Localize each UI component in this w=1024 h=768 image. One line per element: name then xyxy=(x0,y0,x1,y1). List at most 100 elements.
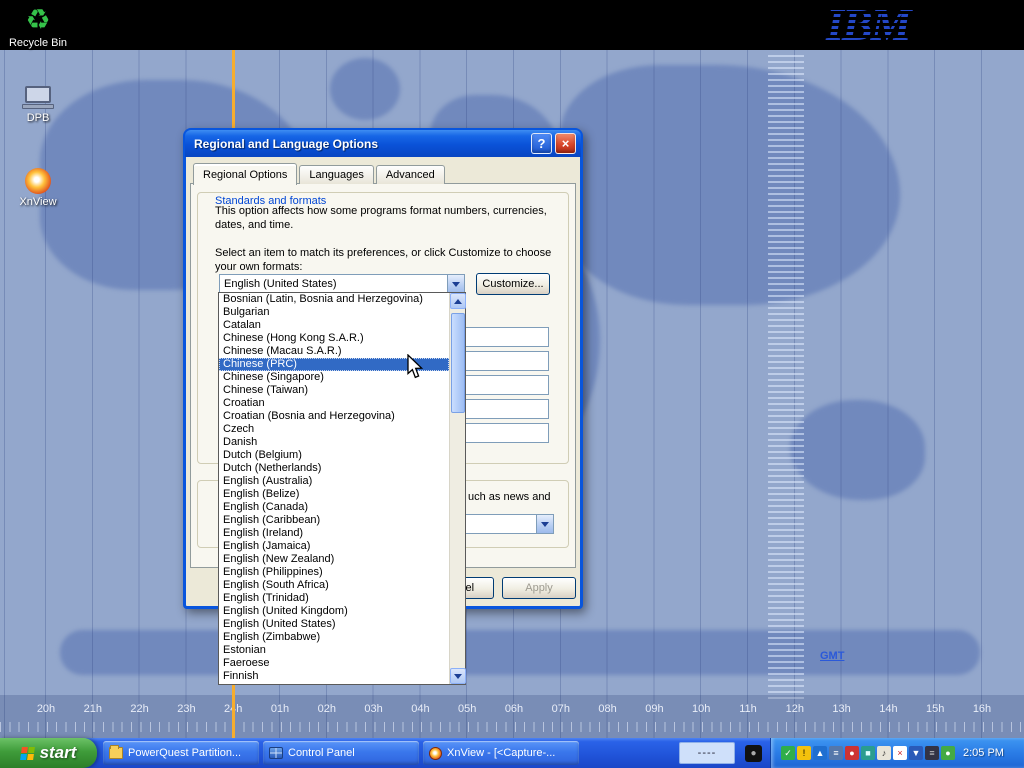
chevron-down-icon[interactable] xyxy=(447,275,464,293)
customize-button[interactable]: Customize... xyxy=(476,273,550,295)
desktop-icon-label: XnView xyxy=(2,196,74,208)
timezone-label: 02h xyxy=(314,703,340,715)
dropdown-scrollbar[interactable] xyxy=(449,293,465,684)
tray-icon-1[interactable]: ✓ xyxy=(781,746,795,760)
task-icon xyxy=(109,747,123,759)
timezone-ticks xyxy=(0,722,1024,732)
language-option[interactable]: English (Caribbean) xyxy=(219,514,449,527)
tray-icon-8[interactable]: × xyxy=(893,746,907,760)
timezone-label: 14h xyxy=(875,703,901,715)
language-option[interactable]: English (Ireland) xyxy=(219,527,449,540)
language-option[interactable]: English (Australia) xyxy=(219,475,449,488)
language-option[interactable]: English (Canada) xyxy=(219,501,449,514)
language-option[interactable]: Faeroese xyxy=(219,657,449,670)
scroll-up-icon[interactable] xyxy=(450,293,466,309)
instruction-text: Select an item to match its preferences,… xyxy=(215,246,551,260)
combobox-value: English (United States) xyxy=(220,278,447,290)
timezone-label: 22h xyxy=(127,703,153,715)
task-icon xyxy=(429,747,442,760)
timezone-label: 13h xyxy=(829,703,855,715)
timezone-label: 23h xyxy=(173,703,199,715)
deskband[interactable]: ---- xyxy=(679,742,735,764)
tab-languages[interactable]: Languages xyxy=(299,165,373,184)
language-option[interactable]: Chinese (Hong Kong S.A.R.) xyxy=(219,332,449,345)
tray-icon-4[interactable]: ≡ xyxy=(829,746,843,760)
tray-icon-9[interactable]: ▼ xyxy=(909,746,923,760)
language-option[interactable]: Catalan xyxy=(219,319,449,332)
deskband-icon[interactable]: ● xyxy=(745,745,762,762)
tray-icon-7[interactable]: ♪ xyxy=(877,746,891,760)
apply-button[interactable]: Apply xyxy=(502,577,576,599)
language-option[interactable]: Danish xyxy=(219,436,449,449)
tab-regional-options[interactable]: Regional Options xyxy=(193,163,297,185)
dialog-titlebar[interactable]: Regional and Language Options ? × xyxy=(185,130,581,157)
language-option[interactable]: English (United Kingdom) xyxy=(219,605,449,618)
description-text: This option affects how some programs fo… xyxy=(215,204,547,218)
task-buttons: PowerQuest Partition... Control Panel Xn… xyxy=(103,741,579,765)
dialog-title: Regional and Language Options xyxy=(194,137,528,151)
mouse-cursor xyxy=(406,354,424,380)
timezone-labels: 20h21h22h23h24h01h02h03h04h05h06h07h08h0… xyxy=(0,703,1024,719)
format-combobox[interactable]: English (United States) xyxy=(219,274,465,294)
help-button[interactable]: ? xyxy=(531,133,552,154)
task-label: Control Panel xyxy=(288,747,355,759)
task-label: PowerQuest Partition... xyxy=(128,747,241,759)
tray-icon-5[interactable]: ● xyxy=(845,746,859,760)
timezone-label: 04h xyxy=(407,703,433,715)
tray-icon-3[interactable]: ▲ xyxy=(813,746,827,760)
language-option[interactable]: Croatian xyxy=(219,397,449,410)
language-option[interactable]: English (Philippines) xyxy=(219,566,449,579)
timezone-label: 15h xyxy=(922,703,948,715)
language-option[interactable]: Estonian xyxy=(219,644,449,657)
desktop-icon-label: Recycle Bin xyxy=(2,37,74,49)
scrollbar-thumb[interactable] xyxy=(451,313,465,413)
desktop-icon-recycle-bin[interactable]: ♻ Recycle Bin xyxy=(2,5,74,49)
desktop-icon-label: DPB xyxy=(2,112,74,124)
timezone-label: 08h xyxy=(595,703,621,715)
scroll-down-icon[interactable] xyxy=(450,668,466,684)
timezone-label: 01h xyxy=(267,703,293,715)
chevron-down-icon[interactable] xyxy=(536,515,553,533)
language-option[interactable]: Bulgarian xyxy=(219,306,449,319)
language-option[interactable]: Dutch (Belgium) xyxy=(219,449,449,462)
tray-icons: ✓!▲≡●■♪×▼≡● xyxy=(781,746,955,760)
tray-icon-6[interactable]: ■ xyxy=(861,746,875,760)
tray-icon-10[interactable]: ≡ xyxy=(925,746,939,760)
instruction-text: your own formats: xyxy=(215,260,302,274)
taskbar-task-button[interactable]: PowerQuest Partition... xyxy=(103,741,259,765)
language-option[interactable]: Dutch (Netherlands) xyxy=(219,462,449,475)
timezone-label: 12h xyxy=(782,703,808,715)
gmt-label: GMT xyxy=(820,650,844,662)
xnview-icon xyxy=(25,168,51,194)
recycle-bin-icon: ♻ xyxy=(2,5,74,35)
language-option[interactable]: English (South Africa) xyxy=(219,579,449,592)
taskbar-task-button[interactable]: Control Panel xyxy=(263,741,419,765)
language-option[interactable]: English (Trinidad) xyxy=(219,592,449,605)
language-option[interactable]: English (New Zealand) xyxy=(219,553,449,566)
timezone-label: 06h xyxy=(501,703,527,715)
language-option[interactable]: English (Belize) xyxy=(219,488,449,501)
language-option[interactable]: English (Zimbabwe) xyxy=(219,631,449,644)
language-option[interactable]: English (United States) xyxy=(219,618,449,631)
tray-icon-2[interactable]: ! xyxy=(797,746,811,760)
language-option[interactable]: English (Jamaica) xyxy=(219,540,449,553)
hatched-dateline-band xyxy=(768,55,804,700)
tab-advanced[interactable]: Advanced xyxy=(376,165,445,184)
language-option[interactable]: Chinese (Taiwan) xyxy=(219,384,449,397)
taskbar: start PowerQuest Partition... Control Pa… xyxy=(0,738,1024,768)
language-option[interactable]: Czech xyxy=(219,423,449,436)
task-icon xyxy=(269,747,283,759)
start-button[interactable]: start xyxy=(0,738,97,768)
language-option[interactable]: Finnish xyxy=(219,670,449,683)
description-text: dates, and time. xyxy=(215,218,293,232)
ibm-logo-stripes xyxy=(826,2,936,48)
taskbar-clock[interactable]: 2:05 PM xyxy=(963,747,1004,759)
language-option[interactable]: Croatian (Bosnia and Herzegovina) xyxy=(219,410,449,423)
language-option[interactable]: Bosnian (Latin, Bosnia and Herzegovina) xyxy=(219,293,449,306)
ibm-logo: IBM xyxy=(826,2,936,48)
taskbar-task-button[interactable]: XnView - [<Capture-... xyxy=(423,741,579,765)
desktop-icon-xnview[interactable]: XnView xyxy=(2,168,74,208)
tray-icon-11[interactable]: ● xyxy=(941,746,955,760)
desktop-icon-dpb[interactable]: DPB xyxy=(2,86,74,124)
close-button[interactable]: × xyxy=(555,133,576,154)
